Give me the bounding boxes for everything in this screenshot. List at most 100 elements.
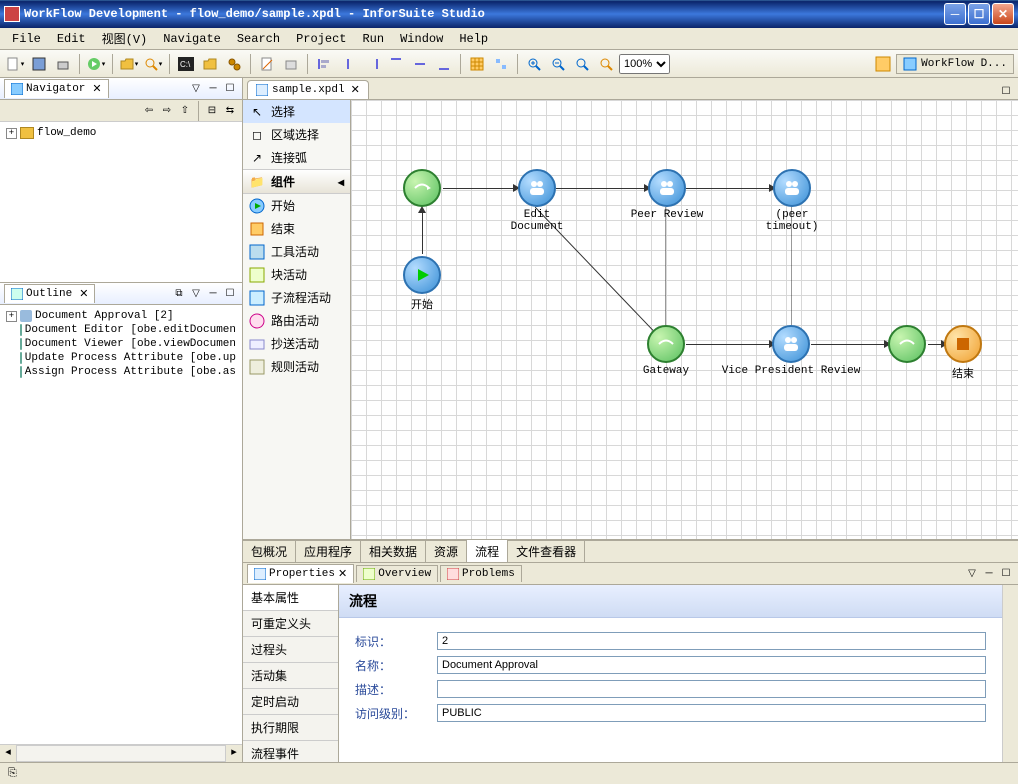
- back-icon[interactable]: ⇦: [141, 103, 157, 119]
- tree-item-project[interactable]: + flow_demo: [4, 126, 238, 140]
- edge[interactable]: [422, 211, 423, 254]
- palette-rule-activity[interactable]: 规则活动: [243, 355, 350, 378]
- btab-app[interactable]: 应用程序: [296, 540, 361, 563]
- flow-node-gateway3[interactable]: [888, 325, 926, 365]
- edit-button[interactable]: [256, 53, 278, 75]
- tree-item[interactable]: Document Editor [obe.editDocumen: [4, 323, 238, 337]
- btab-file-viewer[interactable]: 文件查看器: [508, 540, 585, 563]
- scroll-right-icon[interactable]: ▸: [226, 745, 242, 762]
- btab-package[interactable]: 包概况: [243, 540, 296, 563]
- expand-icon[interactable]: +: [6, 311, 17, 322]
- zoom-reset-icon[interactable]: [595, 53, 617, 75]
- open-perspective-icon[interactable]: [872, 53, 894, 75]
- open-folder-button[interactable]: [118, 53, 140, 75]
- pcat-basic[interactable]: 基本属性: [243, 585, 338, 611]
- properties-tab[interactable]: Properties ✕: [247, 564, 354, 583]
- pcat-timer-start[interactable]: 定时启动: [243, 689, 338, 715]
- minimize-view-icon[interactable]: ─: [205, 81, 221, 97]
- palette-group-components[interactable]: 📁组件◂: [243, 169, 350, 194]
- input-name[interactable]: [437, 656, 986, 674]
- tree-item[interactable]: Document Viewer [obe.viewDocumen: [4, 337, 238, 351]
- palette-subflow-activity[interactable]: 子流程活动: [243, 286, 350, 309]
- palette-connection-tool[interactable]: ↗连接弧: [243, 146, 350, 169]
- navigator-tab[interactable]: Navigator ✕: [4, 79, 109, 98]
- zoom-out-icon[interactable]: [547, 53, 569, 75]
- menu-window[interactable]: Window: [392, 30, 451, 48]
- menu-help[interactable]: Help: [451, 30, 496, 48]
- snap-icon[interactable]: [490, 53, 512, 75]
- maximize-view-icon[interactable]: ☐: [222, 286, 238, 302]
- flow-node-vp-review[interactable]: Vice President Review: [721, 325, 861, 377]
- maximize-button[interactable]: ☐: [968, 3, 990, 25]
- close-icon[interactable]: ✕: [338, 567, 347, 581]
- zoom-in-icon[interactable]: [523, 53, 545, 75]
- zoom-select[interactable]: 100%: [619, 54, 670, 74]
- expand-icon[interactable]: +: [6, 128, 17, 139]
- menu-edit[interactable]: Edit: [49, 30, 94, 48]
- flow-node-start[interactable]: 开始: [403, 256, 441, 312]
- close-icon[interactable]: ✕: [79, 287, 88, 301]
- pcat-process-header[interactable]: 过程头: [243, 637, 338, 663]
- flow-node-gateway2[interactable]: Gateway: [641, 325, 691, 377]
- pin-icon[interactable]: ◂: [338, 175, 344, 189]
- tree-item[interactable]: + Document Approval [2]: [4, 309, 238, 323]
- minimize-button[interactable]: ─: [944, 3, 966, 25]
- view-menu-icon[interactable]: ▽: [188, 81, 204, 97]
- menu-file[interactable]: File: [4, 30, 49, 48]
- align-bottom-icon[interactable]: [433, 53, 455, 75]
- tree-item[interactable]: Assign Process Attribute [obe.as: [4, 365, 238, 379]
- maximize-editor-icon[interactable]: ☐: [998, 83, 1014, 99]
- perspective-workflow[interactable]: WorkFlow D...: [896, 54, 1014, 74]
- minimize-view-icon[interactable]: ─: [205, 286, 221, 302]
- align-top-icon[interactable]: [385, 53, 407, 75]
- grid-icon[interactable]: [466, 53, 488, 75]
- pcat-flow-events[interactable]: 流程事件: [243, 741, 338, 762]
- palette-start[interactable]: 开始: [243, 194, 350, 217]
- align-right-icon[interactable]: [361, 53, 383, 75]
- tree-item[interactable]: Update Process Attribute [obe.up: [4, 351, 238, 365]
- input-id[interactable]: [437, 632, 986, 650]
- input-desc[interactable]: [437, 680, 986, 698]
- link-editor-icon[interactable]: ⇆: [222, 103, 238, 119]
- align-center-icon[interactable]: [337, 53, 359, 75]
- up-icon[interactable]: ⇧: [177, 103, 193, 119]
- gears-icon[interactable]: [223, 53, 245, 75]
- props-scrollbar[interactable]: [1002, 585, 1018, 762]
- package-icon[interactable]: [280, 53, 302, 75]
- export-button[interactable]: [199, 53, 221, 75]
- navigator-tree[interactable]: + flow_demo: [0, 122, 242, 282]
- menu-project[interactable]: Project: [288, 30, 354, 48]
- minimize-view-icon[interactable]: ─: [981, 566, 997, 582]
- flow-node-end[interactable]: 结束: [944, 325, 982, 381]
- flow-canvas[interactable]: Edit Document Peer Review (peer timeout)…: [351, 100, 1018, 539]
- btab-flow[interactable]: 流程: [467, 540, 508, 563]
- collapse-all-icon[interactable]: ⊟: [204, 103, 220, 119]
- console-icon[interactable]: C:\: [175, 53, 197, 75]
- editor-tab-sample[interactable]: sample.xpdl ✕: [247, 80, 369, 99]
- menu-navigate[interactable]: Navigate: [155, 30, 229, 48]
- pcat-deadline[interactable]: 执行期限: [243, 715, 338, 741]
- print-button[interactable]: [52, 53, 74, 75]
- palette-tool-activity[interactable]: 工具活动: [243, 240, 350, 263]
- problems-tab[interactable]: Problems: [440, 565, 522, 582]
- sort-icon[interactable]: ⧉: [171, 286, 187, 302]
- menu-view[interactable]: 视图(V): [94, 28, 156, 49]
- menu-search[interactable]: Search: [229, 30, 288, 48]
- outline-tab[interactable]: Outline ✕: [4, 284, 95, 303]
- new-button[interactable]: [4, 53, 26, 75]
- maximize-view-icon[interactable]: ☐: [222, 81, 238, 97]
- palette-end[interactable]: 结束: [243, 217, 350, 240]
- view-menu-icon[interactable]: ▽: [964, 566, 980, 582]
- palette-block-activity[interactable]: 块活动: [243, 263, 350, 286]
- close-icon[interactable]: ✕: [351, 83, 360, 97]
- btab-resource[interactable]: 资源: [426, 540, 467, 563]
- outline-tree[interactable]: + Document Approval [2] Document Editor …: [0, 305, 242, 744]
- forward-icon[interactable]: ⇨: [159, 103, 175, 119]
- align-left-icon[interactable]: [313, 53, 335, 75]
- zoom-fit-icon[interactable]: [571, 53, 593, 75]
- close-icon[interactable]: ✕: [92, 82, 101, 96]
- menu-run[interactable]: Run: [354, 30, 392, 48]
- scroll-left-icon[interactable]: ◂: [0, 745, 16, 762]
- maximize-view-icon[interactable]: ☐: [998, 566, 1014, 582]
- input-access[interactable]: [437, 704, 986, 722]
